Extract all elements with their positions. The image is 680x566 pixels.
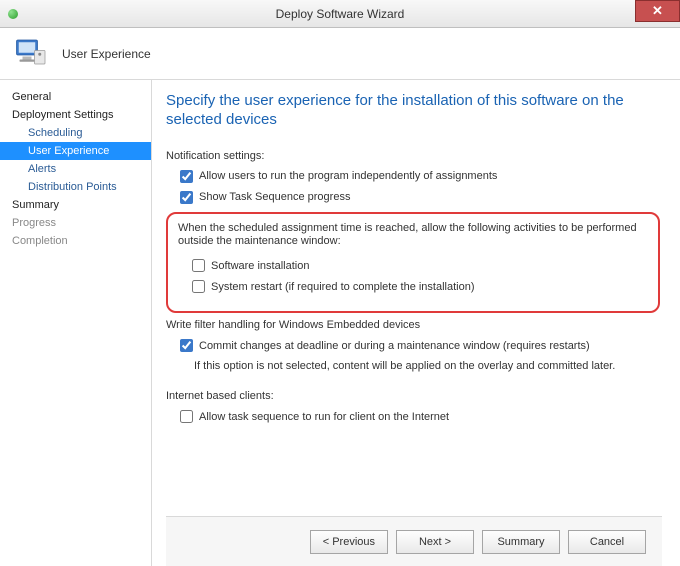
sidebar-item-progress[interactable]: Progress xyxy=(0,214,151,232)
checkbox-system-restart[interactable]: System restart (if required to complete … xyxy=(192,280,648,293)
checkbox-show-task-seq[interactable]: Show Task Sequence progress xyxy=(180,191,662,204)
banner-title: User Experience xyxy=(62,47,151,61)
internet-clients-label: Internet based clients: xyxy=(166,390,662,402)
previous-button[interactable]: < Previous xyxy=(310,530,388,554)
commit-changes-note: If this option is not selected, content … xyxy=(194,360,662,372)
computer-icon xyxy=(12,34,48,73)
sidebar-item-deployment-settings[interactable]: Deployment Settings xyxy=(0,106,151,124)
sidebar-item-general[interactable]: General xyxy=(0,88,151,106)
cancel-button[interactable]: Cancel xyxy=(568,530,646,554)
page-heading: Specify the user experience for the inst… xyxy=(166,92,662,130)
wizard-steps-sidebar: General Deployment Settings Scheduling U… xyxy=(0,80,152,566)
next-button[interactable]: Next > xyxy=(396,530,474,554)
main-panel: Specify the user experience for the inst… xyxy=(152,80,680,566)
sidebar-item-completion[interactable]: Completion xyxy=(0,232,151,250)
close-icon: ✕ xyxy=(652,3,663,19)
maintenance-window-group: When the scheduled assignment time is re… xyxy=(166,212,660,314)
sidebar-item-alerts[interactable]: Alerts xyxy=(0,160,151,178)
window-title: Deploy Software Wizard xyxy=(276,7,405,21)
checkbox-allow-internet[interactable]: Allow task sequence to run for client on… xyxy=(180,410,662,423)
wizard-banner: User Experience xyxy=(0,28,680,80)
titlebar: Deploy Software Wizard ✕ xyxy=(0,0,680,28)
checkbox-software-install-input[interactable] xyxy=(192,259,205,272)
summary-button[interactable]: Summary xyxy=(482,530,560,554)
checkbox-allow-internet-label: Allow task sequence to run for client on… xyxy=(199,411,449,423)
checkbox-allow-independent-label: Allow users to run the program independe… xyxy=(199,170,497,182)
checkbox-commit-changes[interactable]: Commit changes at deadline or during a m… xyxy=(180,339,662,352)
sidebar-item-user-experience[interactable]: User Experience xyxy=(0,142,151,160)
sidebar-item-distribution-points[interactable]: Distribution Points xyxy=(0,178,151,196)
checkbox-show-task-seq-label: Show Task Sequence progress xyxy=(199,191,350,203)
checkbox-software-install-label: Software installation xyxy=(211,260,309,272)
checkbox-system-restart-label: System restart (if required to complete … xyxy=(211,281,475,293)
checkbox-commit-changes-label: Commit changes at deadline or during a m… xyxy=(199,340,590,352)
wizard-footer: < Previous Next > Summary Cancel xyxy=(166,516,662,566)
maintenance-window-desc: When the scheduled assignment time is re… xyxy=(178,222,648,250)
sidebar-item-summary[interactable]: Summary xyxy=(0,196,151,214)
checkbox-software-install[interactable]: Software installation xyxy=(192,259,648,272)
checkbox-system-restart-input[interactable] xyxy=(192,280,205,293)
write-filter-label: Write filter handling for Windows Embedd… xyxy=(166,319,662,331)
checkbox-commit-changes-input[interactable] xyxy=(180,339,193,352)
close-button[interactable]: ✕ xyxy=(635,0,680,22)
checkbox-allow-independent[interactable]: Allow users to run the program independe… xyxy=(180,170,662,183)
checkbox-show-task-seq-input[interactable] xyxy=(180,191,193,204)
checkbox-allow-internet-input[interactable] xyxy=(180,410,193,423)
sidebar-item-scheduling[interactable]: Scheduling xyxy=(0,124,151,142)
notification-settings-label: Notification settings: xyxy=(166,150,662,162)
checkbox-allow-independent-input[interactable] xyxy=(180,170,193,183)
window-icon xyxy=(8,9,18,19)
